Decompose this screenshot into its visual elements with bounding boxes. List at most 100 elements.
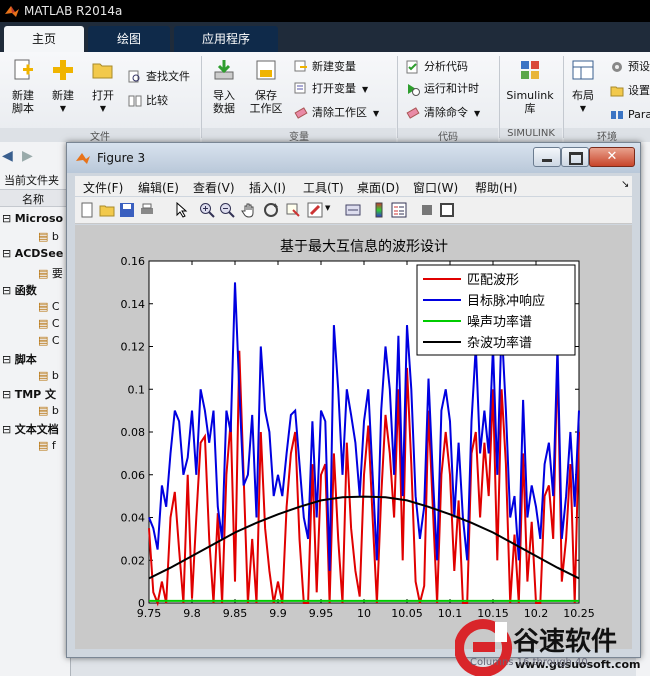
set-path-button[interactable]: 设置 (610, 82, 650, 100)
collapse-icon[interactable]: ⊟ (2, 388, 15, 401)
legend-entry: 目标脉冲响应 (467, 293, 545, 309)
tree-file-item[interactable]: ▤ C (38, 317, 60, 330)
figure-title-bar[interactable]: Figure 3 ✕ (67, 143, 640, 173)
hide-plot-tools-icon[interactable] (419, 202, 435, 218)
run-time-icon (408, 84, 420, 96)
tree-file-item[interactable]: ▤ f (38, 439, 56, 452)
menu-help[interactable]: 帮助(H) (475, 179, 517, 196)
tree-file-item[interactable]: ▤ b (38, 369, 59, 382)
menu-insert[interactable]: 插入(I) (249, 179, 286, 196)
new-script-button[interactable]: 新建 脚本 (4, 58, 42, 115)
column-header[interactable]: 名称 (0, 189, 70, 207)
collapse-icon[interactable]: ⊟ (2, 353, 15, 366)
brush-icon[interactable] (307, 202, 323, 218)
clear-commands-button[interactable]: 清除命令 ▼ (406, 104, 480, 122)
menu-window[interactable]: 窗口(W) (413, 179, 458, 196)
tree-group[interactable]: ⊟ TMP 文 (2, 386, 56, 402)
brush-dropdown-icon[interactable]: ▼ (325, 204, 330, 212)
tab-apps[interactable]: 应用程序 (174, 26, 278, 52)
pan-hand-icon[interactable] (241, 202, 257, 218)
tree-group[interactable]: ⊟ Microso (2, 212, 63, 225)
save-icon[interactable] (119, 202, 135, 218)
show-plot-tools-icon[interactable] (439, 202, 455, 218)
legend-icon[interactable] (391, 202, 407, 218)
clear-workspace-button[interactable]: 清除工作区 ▼ (294, 104, 379, 122)
pointer-icon[interactable] (173, 202, 189, 218)
save-workspace-button[interactable]: 保存 工作区 (246, 58, 286, 115)
zoom-out-icon[interactable] (219, 202, 235, 218)
x-tick-label: 9.8 (183, 607, 201, 620)
tree-group[interactable]: ⊟ 函数 (2, 282, 37, 298)
run-and-time-button[interactable]: 运行和计时 (406, 80, 479, 98)
analyze-code-button[interactable]: 分析代码 (406, 58, 468, 76)
tab-plots[interactable]: 绘图 (88, 26, 170, 52)
print-icon[interactable] (139, 202, 155, 218)
link-plot-icon[interactable] (345, 202, 361, 218)
tree-label: C (51, 334, 60, 347)
collapse-icon[interactable]: ⊟ (2, 247, 15, 260)
minimize-icon (542, 159, 552, 162)
tree-file-item[interactable]: ▤ C (38, 334, 60, 347)
tree-group[interactable]: ⊟ 脚本 (2, 351, 37, 367)
group-label-code: 代码 (398, 128, 498, 143)
open-file-icon[interactable] (99, 202, 115, 218)
menu-desktop[interactable]: 桌面(D) (357, 179, 400, 196)
collapse-icon[interactable]: ⊟ (2, 284, 15, 297)
figure-canvas[interactable]: 基于最大互信息的波形设计 9.75 9.8 9.85 9.9 9.95 10 10.05 10.… (75, 225, 632, 649)
tree-file-item[interactable]: ▤ 要 (38, 265, 63, 281)
y-tick-label: 0.1 (128, 383, 146, 396)
layout-button[interactable]: 布局 ▼ (566, 58, 600, 115)
minimize-button[interactable] (533, 147, 561, 167)
zoom-in-icon[interactable] (199, 202, 215, 218)
new-figure-icon[interactable] (79, 202, 95, 218)
colorbar-icon[interactable] (371, 202, 387, 218)
menu-tools[interactable]: 工具(T) (303, 179, 344, 196)
data-cursor-icon[interactable] (285, 202, 301, 218)
preferences-button[interactable]: 预设 (610, 58, 650, 76)
tree-label: f (51, 439, 56, 452)
tree-group[interactable]: ⊟ 文本文档 (2, 421, 59, 437)
tree-label: C (51, 317, 60, 330)
command-window-status: Columns 16 through 40 (470, 657, 588, 668)
watermark-brand: 谷速软件 (513, 627, 617, 657)
figure-window[interactable]: Figure 3 ✕ 文件(F) 编辑(E) 查看(V) 插入(I) 工具(T)… (66, 142, 641, 658)
compare-icon (128, 95, 142, 107)
close-button[interactable]: ✕ (589, 147, 635, 167)
open-variable-button[interactable]: 打开变量 ▼ (294, 80, 368, 98)
collapse-icon[interactable]: ⊟ (2, 423, 15, 436)
tree-file-item[interactable]: ▤ b (38, 404, 59, 417)
open-dropdown-icon: ▼ (99, 104, 107, 113)
import-data-button[interactable]: 导入 数据 (206, 58, 242, 115)
forward-arrow-icon[interactable]: ▶ (22, 148, 33, 164)
tree-label: b (51, 369, 59, 382)
matlab-logo-icon (76, 153, 90, 164)
legend-entry: 杂波功率谱 (467, 335, 532, 351)
tab-home[interactable]: 主页 (4, 26, 84, 52)
y-tick-label: 0.12 (121, 341, 146, 354)
tree-file-item[interactable]: ▤ C (38, 300, 60, 313)
figure-menu-bar: 文件(F) 编辑(E) 查看(V) 插入(I) 工具(T) 桌面(D) 窗口(W… (75, 176, 632, 196)
new-button[interactable]: 新建 ▼ (46, 58, 80, 115)
collapse-icon[interactable]: ⊟ (2, 212, 15, 225)
gear-icon (612, 62, 622, 72)
open-button[interactable]: 打开 ▼ (86, 58, 120, 115)
parallel-button[interactable]: Para (610, 106, 650, 124)
tree-label: C (51, 300, 60, 313)
menu-edit[interactable]: 编辑(E) (138, 179, 179, 196)
new-variable-button[interactable]: 新建变量 (294, 58, 356, 76)
tree-group[interactable]: ⊟ ACDSee (2, 247, 63, 260)
simulink-library-button[interactable]: Simulink 库 (502, 58, 558, 115)
menu-file[interactable]: 文件(F) (83, 179, 123, 196)
menu-view[interactable]: 查看(V) (193, 179, 235, 196)
maximize-button[interactable] (561, 147, 589, 167)
y-tick-label: 0.14 (121, 298, 146, 311)
rotate-3d-icon[interactable] (263, 202, 279, 218)
find-files-button[interactable]: 查找文件 (128, 68, 190, 86)
x-tick-label: 10 (357, 607, 371, 620)
tree-file-item[interactable]: ▤ b (38, 230, 59, 243)
menu-dock-arrow-icon[interactable]: ↘ (621, 179, 629, 190)
compare-button[interactable]: 比较 (128, 92, 168, 110)
tree-label: 函数 (14, 284, 37, 297)
y-tick-label: 0.06 (121, 469, 146, 482)
back-arrow-icon[interactable]: ◀ (2, 148, 13, 164)
